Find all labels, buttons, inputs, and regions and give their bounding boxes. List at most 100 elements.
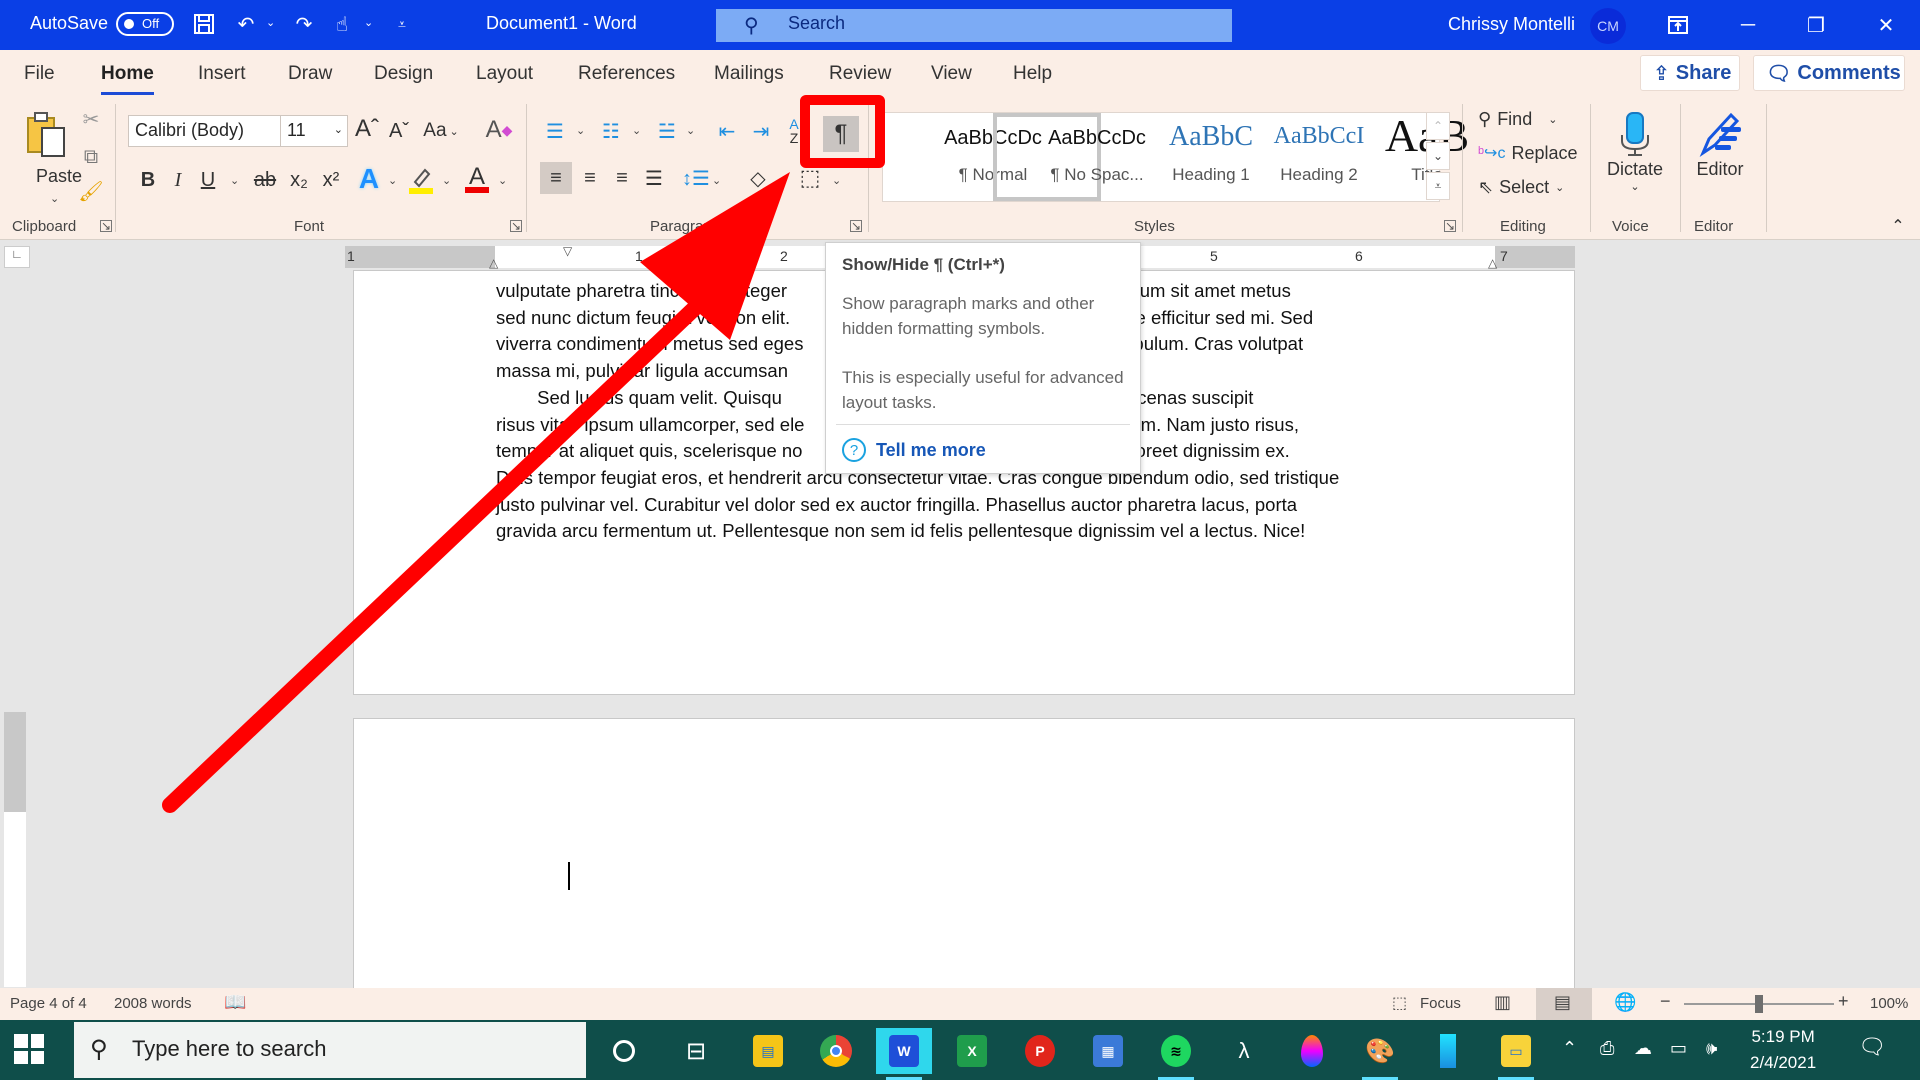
touch-dropdown-icon[interactable]: ⌄ <box>364 16 373 29</box>
style-title[interactable]: AaB Title <box>1319 110 1469 201</box>
strikethrough-button[interactable]: ab <box>250 166 280 194</box>
superscript-button[interactable]: x² <box>318 166 344 194</box>
undo-icon[interactable]: ↶ <box>232 10 260 38</box>
font-color-dropdown-icon[interactable]: ⌄ <box>498 174 507 187</box>
powerpoint-icon[interactable]: P <box>1012 1028 1068 1074</box>
select-button[interactable]: ⇖ Select ⌄ <box>1478 172 1564 202</box>
tab-review[interactable]: Review <box>829 63 891 85</box>
font-launcher-icon[interactable]: ↘ <box>510 220 522 232</box>
windows-start-icon[interactable] <box>14 1034 44 1064</box>
restore-icon[interactable]: ❐ <box>1786 0 1846 50</box>
first-line-indent-marker[interactable]: ▽ <box>563 244 572 258</box>
page-count[interactable]: Page 4 of 4 <box>10 995 87 1012</box>
tab-design[interactable]: Design <box>374 63 433 85</box>
paint-drop-icon[interactable] <box>1284 1028 1340 1074</box>
font-color-icon[interactable]: A <box>462 160 492 196</box>
comments-button[interactable]: 🗨 Comments <box>1753 55 1905 91</box>
file-explorer-icon[interactable]: ▭ <box>1488 1028 1544 1080</box>
tab-view[interactable]: View <box>931 63 972 85</box>
show-hidden-icons-icon[interactable]: ⌃ <box>1562 1038 1577 1059</box>
tab-insert[interactable]: Insert <box>198 63 246 85</box>
copy-icon[interactable]: ⧉ <box>78 144 104 170</box>
excel-icon[interactable]: X <box>944 1028 1000 1074</box>
justify-icon[interactable]: ☰ <box>638 162 670 194</box>
touch-mode-icon[interactable]: ☝ <box>328 10 356 38</box>
numbering-dropdown-icon[interactable]: ⌄ <box>632 124 641 137</box>
bold-button[interactable]: B <box>136 166 160 194</box>
paint-icon[interactable]: 🎨 <box>1352 1028 1408 1080</box>
paragraph-launcher-icon[interactable]: ↘ <box>850 220 862 232</box>
clipboard-launcher-icon[interactable]: ↘ <box>100 220 112 232</box>
zoom-out-icon[interactable]: − <box>1660 991 1671 1012</box>
style-heading-1[interactable]: AaBbC Heading 1 <box>1103 113 1253 201</box>
text-effects-dropdown-icon[interactable]: ⌄ <box>388 174 397 187</box>
underline-button[interactable]: U <box>196 166 220 194</box>
cut-icon[interactable]: ✂ <box>80 108 102 131</box>
file-explorer-doc-icon[interactable]: ▤ <box>740 1028 796 1074</box>
share-button[interactable]: ⇪ Share <box>1640 55 1740 91</box>
notifications-icon[interactable]: 🗨 <box>1858 1034 1886 1060</box>
taskbar-search[interactable]: ⚲ <box>74 1022 586 1078</box>
battery-icon[interactable]: ▭ <box>1670 1038 1687 1059</box>
text-effects-icon[interactable]: A <box>354 162 384 196</box>
search-input[interactable] <box>788 13 1188 34</box>
line-spacing-dropdown-icon[interactable]: ⌄ <box>712 174 721 187</box>
show-hide-button[interactable]: ¶ <box>823 116 859 152</box>
vertical-ruler[interactable] <box>4 712 26 987</box>
underline-dropdown-icon[interactable]: ⌄ <box>230 174 239 187</box>
sort-icon[interactable]: AZ <box>784 116 804 146</box>
font-size-select[interactable]: 11 ⌄ <box>280 115 348 147</box>
tab-references[interactable]: References <box>578 63 675 85</box>
tab-draw[interactable]: Draw <box>288 63 332 85</box>
subscript-button[interactable]: x₂ <box>286 166 312 194</box>
paste-button[interactable]: Paste ⌄ <box>14 106 82 206</box>
search-box[interactable]: ⚲ <box>716 9 1232 42</box>
web-layout-icon[interactable]: 🌐 <box>1614 992 1636 1013</box>
styles-scroll-down-icon[interactable]: ⌄ <box>1426 142 1450 170</box>
increase-indent-icon[interactable]: ⇥ <box>746 116 776 146</box>
styles-scroll-up-icon[interactable]: ⌃ <box>1426 112 1450 140</box>
bullets-icon[interactable]: ☰ <box>540 116 570 146</box>
clock[interactable]: 5:19 PM 2/4/2021 <box>1750 1024 1816 1076</box>
print-layout-icon[interactable]: ▤ <box>1554 992 1571 1013</box>
zoom-slider-thumb[interactable] <box>1755 995 1763 1013</box>
align-left-icon[interactable]: ≡ <box>540 162 572 194</box>
change-case-button[interactable]: Aa ⌄ <box>423 116 458 146</box>
zoom-level[interactable]: 100% <box>1870 995 1908 1012</box>
zoom-in-icon[interactable]: + <box>1838 991 1849 1012</box>
paste-dropdown-icon[interactable]: ⌄ <box>50 192 59 205</box>
left-indent-marker[interactable]: △ <box>489 256 498 270</box>
decrease-indent-icon[interactable]: ⇤ <box>712 116 742 146</box>
tab-layout[interactable]: Layout <box>476 63 533 85</box>
tab-home[interactable]: Home <box>101 63 154 95</box>
align-right-icon[interactable]: ≡ <box>606 162 638 194</box>
tab-help[interactable]: Help <box>1013 63 1052 85</box>
calculator-icon[interactable]: ▦ <box>1080 1028 1136 1074</box>
read-mode-icon[interactable]: ▥ <box>1494 992 1511 1013</box>
find-button[interactable]: ⚲ Find ⌄ <box>1478 104 1557 134</box>
focus-icon[interactable]: ⬚ <box>1392 993 1407 1013</box>
proofing-icon[interactable]: 📖 <box>224 992 246 1013</box>
volume-icon[interactable]: 🕪 <box>1706 1038 1717 1059</box>
numbering-icon[interactable]: ☷ <box>596 116 626 146</box>
word-icon[interactable]: W <box>876 1028 932 1080</box>
format-painter-icon[interactable]: 🖌 <box>78 178 104 204</box>
style-normal[interactable]: AaBbCcDc ¶ Normal <box>885 113 1042 201</box>
meet-now-icon[interactable]: ⎙ <box>1600 1038 1614 1059</box>
close-icon[interactable]: ✕ <box>1856 0 1916 50</box>
highlight-color-icon[interactable] <box>406 162 436 196</box>
shading-icon[interactable]: ◇ <box>742 162 774 194</box>
tab-selector-icon[interactable]: ∟ <box>4 246 30 268</box>
ribbon-display-options-icon[interactable] <box>1648 0 1708 50</box>
document-page[interactable] <box>353 718 1575 993</box>
shrink-font-icon[interactable]: Aˇ <box>386 116 412 146</box>
autosave-toggle[interactable]: Off <box>116 12 174 36</box>
clear-formatting-icon[interactable]: A ◆ <box>484 114 514 146</box>
redo-icon[interactable]: ↷ <box>290 10 318 38</box>
word-count[interactable]: 2008 words <box>114 995 192 1012</box>
notepad-app-icon[interactable] <box>1420 1028 1476 1074</box>
cortana-icon[interactable] <box>596 1028 652 1074</box>
highlight-dropdown-icon[interactable]: ⌄ <box>442 174 451 187</box>
italic-button[interactable]: I <box>166 166 190 194</box>
styles-more-icon[interactable]: ⩡ <box>1426 172 1450 200</box>
